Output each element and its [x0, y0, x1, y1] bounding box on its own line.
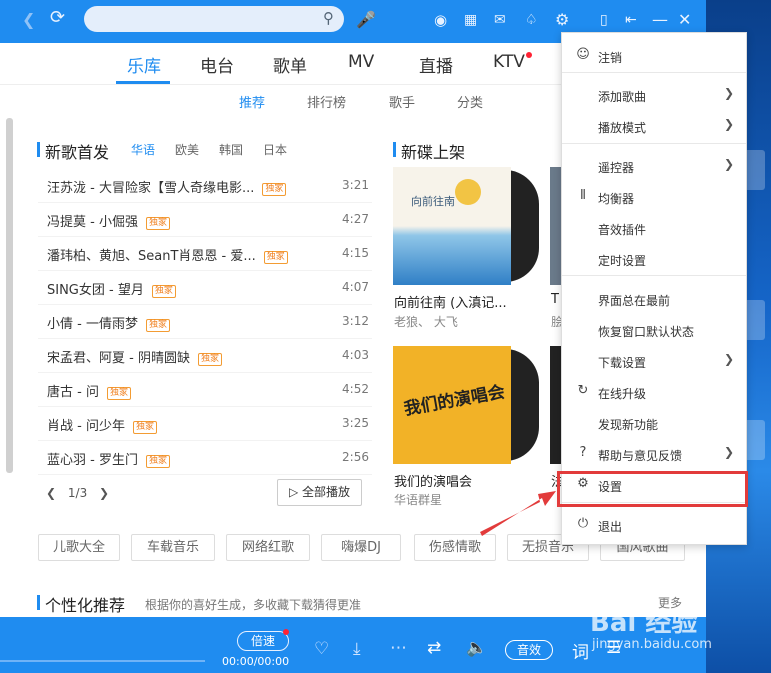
watermark-logo: Bai 经验 — [590, 608, 698, 638]
arrow-shape — [480, 491, 556, 536]
watermark-url: jingyan.baidu.com — [592, 637, 712, 652]
annotation-arrow — [480, 491, 556, 536]
